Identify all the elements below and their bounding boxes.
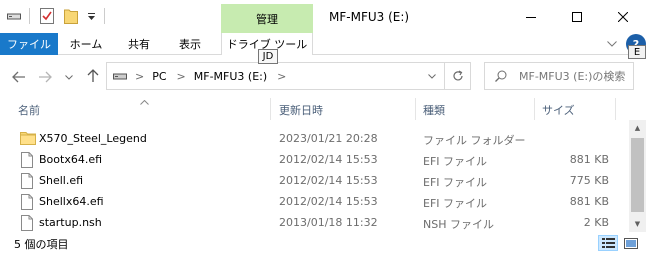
column-divider[interactable] [415, 98, 416, 120]
tab-view[interactable]: 表示 [168, 33, 212, 55]
file-name: X570_Steel_Legend [39, 132, 147, 145]
list-item[interactable]: startup.nsh 2013/01/18 11:32 NSH ファイル 2 … [16, 213, 616, 234]
up-button[interactable] [84, 66, 102, 86]
column-divider[interactable] [615, 98, 616, 120]
file-date: 2012/02/14 15:53 [279, 153, 378, 166]
file-type: EFI ファイル [423, 155, 488, 168]
file-date: 2012/02/14 15:53 [279, 195, 378, 208]
status-item-count: 5 個の項目 [14, 238, 69, 251]
file-size: 881 KB [569, 153, 609, 166]
drive-icon[interactable] [6, 7, 22, 25]
file-date: 2012/02/14 15:53 [279, 174, 378, 187]
file-icon [20, 194, 34, 213]
address-dropdown-icon[interactable] [421, 62, 443, 90]
chevron-down-icon[interactable] [605, 37, 619, 51]
drive-icon [113, 72, 127, 81]
file-type: ファイル フォルダー [423, 134, 526, 147]
title-bar: 管理 MF-MFU3 (E:) [0, 0, 646, 33]
separator [104, 8, 105, 24]
new-folder-icon[interactable] [62, 7, 80, 25]
breadcrumb-pc[interactable]: PC [152, 70, 166, 83]
breadcrumb-drive[interactable]: MF-MFU3 (E:) [194, 70, 267, 83]
column-type[interactable]: 種類 [423, 102, 445, 118]
separator [29, 8, 30, 24]
refresh-button[interactable] [444, 62, 471, 90]
file-type: EFI ファイル [423, 176, 488, 189]
scroll-down-icon[interactable]: ▼ [629, 216, 646, 232]
minimize-button[interactable] [508, 0, 554, 33]
maximize-button[interactable] [554, 0, 600, 33]
list-item[interactable]: Bootx64.efi 2012/02/14 15:53 EFI ファイル 88… [16, 150, 616, 171]
file-date: 2013/01/18 11:32 [279, 216, 378, 229]
file-type: EFI ファイル [423, 197, 488, 210]
close-button[interactable] [600, 0, 646, 33]
scroll-up-icon[interactable]: ▲ [629, 120, 646, 136]
search-placeholder: MF-MFU3 (E:)の検索 [519, 70, 626, 83]
search-icon [495, 70, 507, 82]
file-icon [20, 173, 34, 192]
properties-icon[interactable] [38, 7, 56, 25]
search-box[interactable]: MF-MFU3 (E:)の検索 [484, 62, 634, 90]
list-item[interactable]: Shell.efi 2012/02/14 15:53 EFI ファイル 775 … [16, 171, 616, 192]
forward-button[interactable] [36, 67, 54, 87]
breadcrumb-separator[interactable]: > [177, 70, 186, 83]
back-button[interactable] [10, 67, 28, 87]
file-icon [20, 215, 34, 234]
tab-share[interactable]: 共有 [118, 33, 160, 55]
file-type: NSH ファイル [423, 218, 494, 231]
window-title: MF-MFU3 (E:) [329, 10, 410, 24]
recent-locations-icon[interactable] [62, 67, 76, 87]
ribbon-tabs: ファイル ホーム 共有 表示 ドライブ ツール ? E [0, 33, 646, 59]
list-item[interactable]: X570_Steel_Legend 2023/01/21 20:28 ファイル … [16, 129, 616, 150]
tab-home[interactable]: ホーム [62, 33, 110, 55]
file-name: Bootx64.efi [39, 153, 103, 166]
file-size: 775 KB [569, 174, 609, 187]
tab-file[interactable]: ファイル [0, 33, 58, 55]
details-view-button[interactable] [598, 235, 618, 251]
column-divider[interactable] [270, 98, 271, 120]
help-key-tip: E [628, 45, 646, 59]
breadcrumb-separator[interactable]: > [277, 70, 286, 83]
tab-manage[interactable]: 管理 [221, 4, 313, 33]
column-date[interactable]: 更新日時 [279, 102, 323, 118]
key-tip: JD [258, 49, 278, 64]
file-name: Shell.efi [39, 174, 84, 187]
customize-toolbar-icon[interactable] [84, 7, 98, 25]
list-item[interactable]: Shellx64.efi 2012/02/14 15:53 EFI ファイル 8… [16, 192, 616, 213]
file-size: 881 KB [569, 195, 609, 208]
scrollbar-thumb[interactable] [631, 138, 644, 212]
file-date: 2023/01/21 20:28 [279, 132, 378, 145]
column-size[interactable]: サイズ [542, 102, 575, 118]
breadcrumb-separator[interactable]: > [135, 70, 144, 83]
folder-icon [20, 131, 36, 148]
file-name: Shellx64.efi [39, 195, 104, 208]
vertical-scrollbar[interactable]: ▲ ▼ [629, 120, 646, 232]
file-name: startup.nsh [39, 216, 102, 229]
column-divider[interactable] [534, 98, 535, 120]
address-bar[interactable]: > PC > MF-MFU3 (E:) > [106, 62, 471, 90]
sort-ascending-icon [140, 95, 149, 108]
file-size: 2 KB [583, 216, 609, 229]
file-icon [20, 152, 34, 171]
large-icons-view-button[interactable] [621, 235, 641, 251]
column-name[interactable]: 名前 [18, 102, 40, 118]
